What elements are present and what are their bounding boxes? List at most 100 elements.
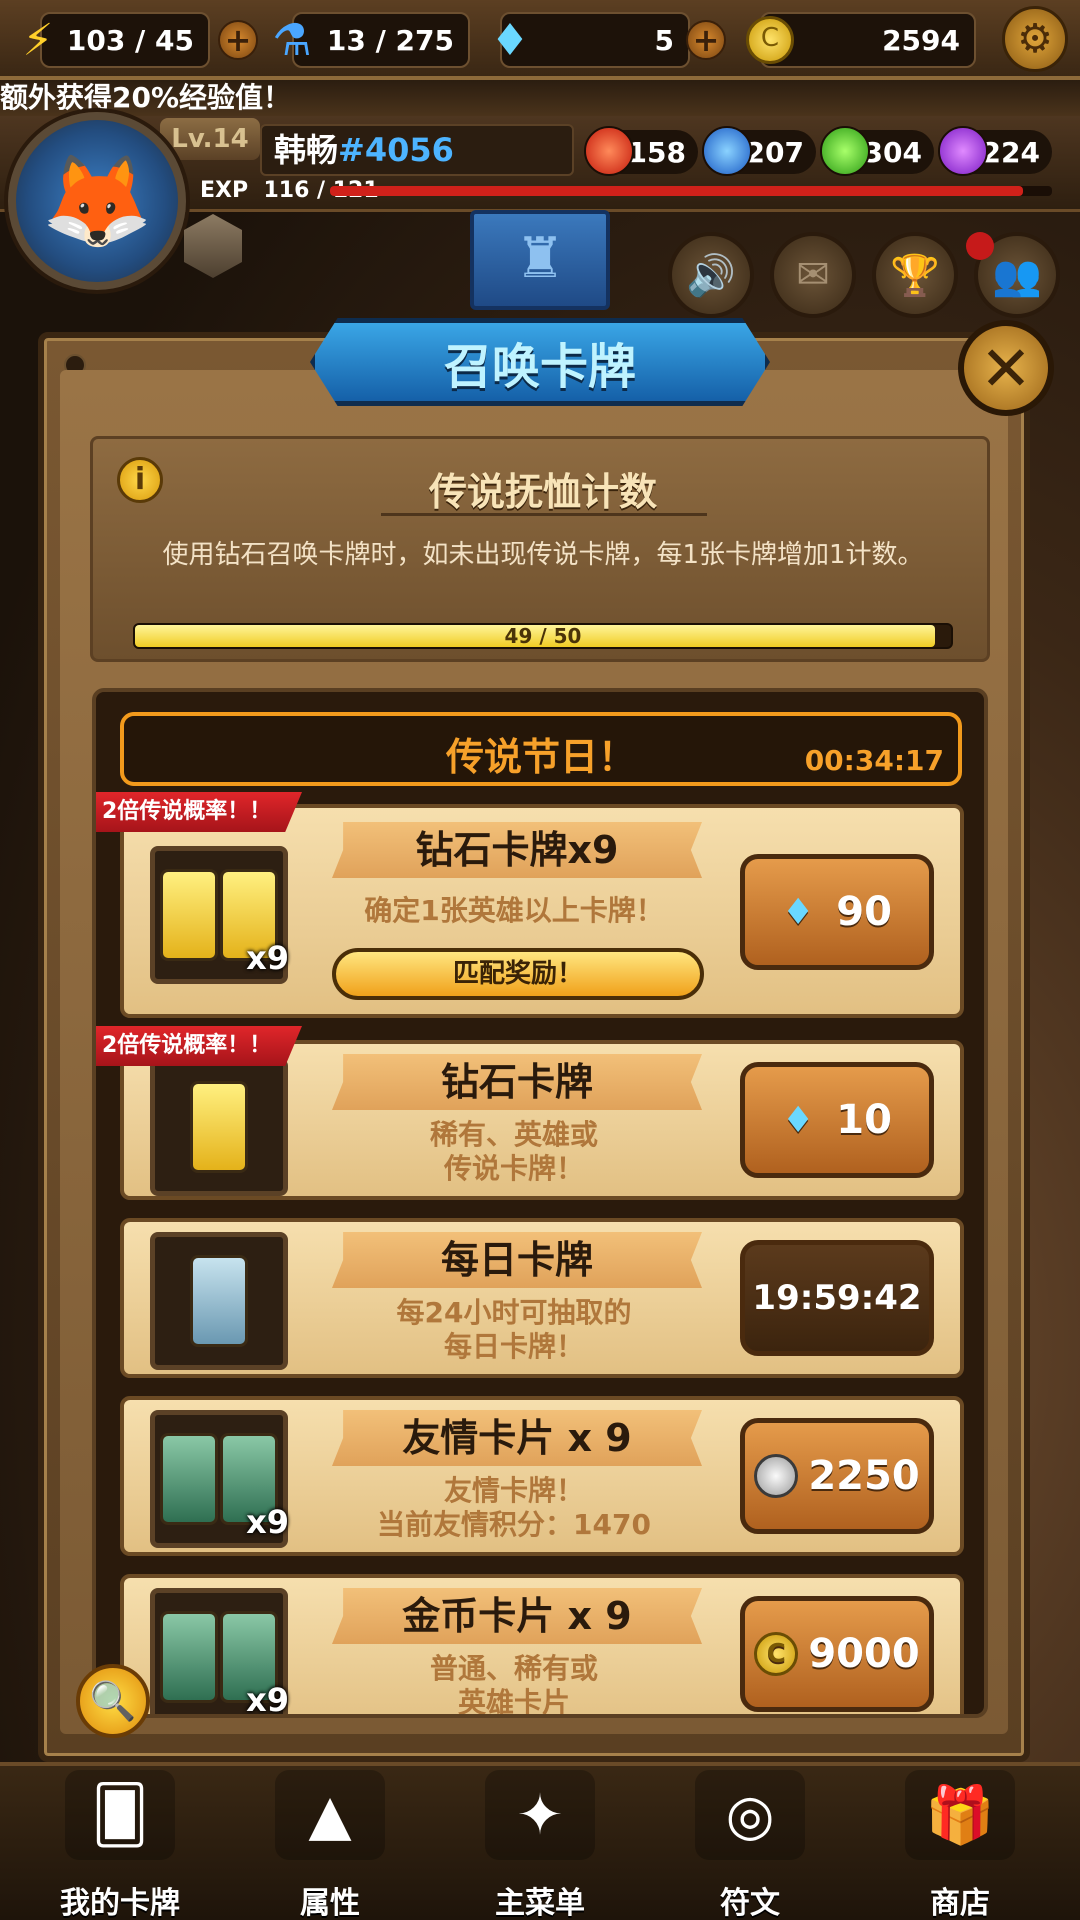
exp-bar [330, 186, 1052, 196]
buy-diamond-button[interactable]: ♦ 10 [740, 1062, 934, 1178]
nav-label: 商店 [930, 1886, 990, 1920]
pity-counter-panel: i 传说抚恤计数 使用钻石召唤卡牌时，如未出现传说卡牌，每1张卡牌增加1计数。 … [90, 436, 990, 662]
gold-pack-card-icon [160, 1611, 218, 1703]
gold-coin-icon: C [740, 8, 800, 72]
price-value: 2250 [808, 1453, 920, 1499]
dialog-title: 召唤卡牌 [443, 339, 636, 395]
player-avatar[interactable]: 🦊 [8, 112, 186, 290]
card-title: 每日卡牌 [332, 1232, 702, 1288]
card-description: 友情卡牌！ 当前友情积分：1470 [314, 1474, 714, 1542]
nav-shop[interactable]: 🎁 商店 [860, 1770, 1060, 1920]
card-description-line: 当前友情积分：1470 [377, 1508, 651, 1541]
settings-gear-icon[interactable]: ⚙ [1002, 6, 1068, 72]
water-value: 207 [745, 135, 804, 169]
card-title: 友情卡片 x 9 [332, 1410, 702, 1466]
player-level: Lv.14 [160, 118, 260, 160]
friendship-card-icon [160, 1433, 218, 1525]
diamond-plus-button[interactable]: + [686, 20, 726, 60]
gold-card-icon [190, 1081, 248, 1173]
daily-timer: 19:59:42 [752, 1278, 922, 1318]
price-value: 90 [836, 889, 892, 935]
search-icon[interactable]: 🔍 [76, 1664, 150, 1738]
festival-timer: 00:34:17 [804, 744, 944, 777]
diamond-value: 5 [654, 23, 674, 57]
friendship-point-icon [754, 1454, 799, 1498]
card-title: 钻石卡牌 [332, 1054, 702, 1110]
nav-label: 属性 [300, 1886, 360, 1920]
match-reward-button[interactable]: 匹配奖励！ [332, 948, 704, 1000]
card-description-line: 普通、稀有或 [429, 1652, 598, 1685]
fire-value: 158 [627, 135, 686, 169]
water-orb-icon [702, 126, 752, 176]
nav-label: 主菜单 [495, 1886, 585, 1920]
player-name-text: 韩畅 [274, 131, 339, 169]
double-legend-badge: 2倍传说概率！！ [96, 1026, 302, 1066]
card-description-line: 每日卡牌！ [443, 1330, 584, 1363]
title-divider [381, 513, 707, 516]
card-title: 钻石卡牌x9 [332, 822, 702, 878]
card-description: 稀有、英雄或 传说卡牌！ [314, 1118, 714, 1186]
card-image: x9 [150, 1588, 289, 1718]
card-count: x9 [246, 1681, 289, 1718]
nav-label: 符文 [720, 1886, 780, 1920]
nature-value: 304 [863, 135, 922, 169]
nav-my-cards[interactable]: 🂠 我的卡牌 [20, 1770, 220, 1920]
card-description-line: 友情卡牌！ [443, 1474, 584, 1507]
buy-friendship-button[interactable]: 2250 [740, 1418, 934, 1534]
dark-value: 224 [981, 135, 1040, 169]
exp-bar-fill [330, 186, 1024, 196]
buy-gold-pack-button[interactable]: C 9000 [740, 1596, 934, 1712]
nav-attributes[interactable]: ▲ 属性 [230, 1770, 430, 1920]
energy-value: 103 / 45 [66, 23, 194, 57]
attributes-icon: ▲ [275, 1770, 385, 1860]
gold-card-icon [160, 869, 218, 961]
list-item-gold: x9 金币卡片 x 9 普通、稀有或 英雄卡片 C 9000 [120, 1574, 964, 1718]
potion-value: 13 / 275 [326, 23, 454, 57]
sound-icon[interactable]: 🔊 [668, 232, 754, 318]
card-count: x9 [246, 1503, 289, 1541]
pity-description: 使用钻石召唤卡牌时，如未出现传说卡牌，每1张卡牌增加1计数。 [162, 540, 924, 570]
exp-label: EXP [200, 178, 249, 203]
castle-icon[interactable]: ♜ [470, 210, 610, 310]
diamond-icon: ♦ [782, 891, 815, 933]
card-image: x9 [150, 1410, 289, 1548]
card-count: x9 [246, 939, 289, 977]
card-description: 每24小时可抽取的 每日卡牌！ [314, 1296, 714, 1364]
pity-progress-bar: 49 / 50 [133, 623, 953, 649]
diamond-icon: ♦ [490, 14, 530, 66]
card-title: 金币卡片 x 9 [332, 1588, 702, 1644]
close-icon[interactable]: ✕ [958, 320, 1054, 416]
exp-bonus-ticker: 额外获得20%经验值！ [0, 80, 1080, 116]
potion-icon: ⚗ [272, 14, 312, 66]
price-value: 10 [836, 1097, 892, 1143]
card-description-line: 传说卡牌！ [443, 1152, 584, 1185]
rune-stone-icon: ◎ [695, 1770, 805, 1860]
summon-list[interactable]: 传说节日！ 00:34:17 x9 钻石卡牌x9 确定1张英雄以上卡牌！ 匹配奖… [92, 688, 988, 1718]
card-description: 确定1张英雄以上卡牌！ [364, 894, 664, 927]
card-image [150, 1232, 288, 1370]
card-description-line: 每24小时可抽取的 [396, 1296, 632, 1329]
card-description-line: 英雄卡片 [457, 1686, 570, 1718]
nav-main-menu[interactable]: ✦ 主菜单 [440, 1770, 640, 1920]
mail-icon[interactable]: ✉ [770, 232, 856, 318]
card-description-line: 稀有、英雄或 [429, 1118, 598, 1151]
list-item-friendship: x9 友情卡片 x 9 友情卡牌！ 当前友情积分：1470 2250 [120, 1396, 964, 1556]
card-image: x9 [150, 846, 289, 984]
dark-orb-icon [938, 126, 988, 176]
buy-diamond-x9-button[interactable]: ♦ 90 [740, 854, 934, 970]
pity-title: 传说抚恤计数 [428, 470, 657, 514]
nav-runes[interactable]: ◎ 符文 [650, 1770, 850, 1920]
diamond-icon: ♦ [782, 1099, 815, 1141]
dialog-title-banner: 召唤卡牌 [310, 318, 770, 406]
daily-card-icon [190, 1255, 248, 1347]
daily-timer-button[interactable]: 19:59:42 [740, 1240, 934, 1356]
energy-plus-button[interactable]: + [218, 20, 258, 60]
price-value: 9000 [808, 1631, 920, 1677]
fire-orb-icon [584, 126, 634, 176]
festival-banner: 传说节日！ 00:34:17 [120, 712, 962, 786]
pity-progress-text: 49 / 50 [504, 624, 582, 648]
treasure-chest-icon: 🎁 [905, 1770, 1015, 1860]
card-deck-icon: 🂠 [65, 1770, 175, 1860]
energy-icon: ⚡ [22, 14, 54, 66]
trophy-icon[interactable]: 🏆 [872, 232, 958, 318]
